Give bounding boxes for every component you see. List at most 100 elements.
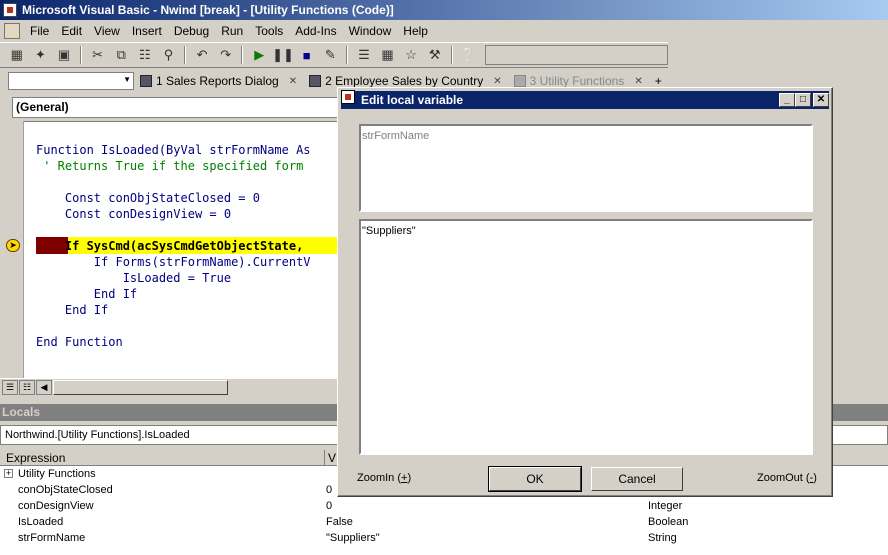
reset-icon[interactable]: ■ [296,44,318,66]
form-icon [140,75,152,87]
code-line: ' Returns True if the specified form [36,159,304,173]
window-title-bar: Microsoft Visual Basic - Nwind [break] -… [0,0,888,20]
menu-window[interactable]: Window [343,24,398,38]
menu-view[interactable]: View [88,24,126,38]
menu-file[interactable]: File [24,24,55,38]
toolbar-separator [241,46,244,64]
menu-bar: File Edit View Insert Debug Run Tools Ad… [0,21,888,41]
row-type: Integer [648,500,683,512]
scroll-left-button[interactable]: ◀ [36,380,52,395]
locals-row[interactable]: IsLoaded False Boolean [0,514,888,530]
row-value: "Suppliers" [326,532,380,544]
toolbar-search-combo[interactable] [485,45,668,65]
standard-toolbar: ▦ ✦ ▣ ✂ ⧉ ☷ ⚲ ↶ ↷ ▶ ❚❚ ■ ✎ ☰ ▦ ☆ ⚒ ❔ [0,42,668,68]
menu-edit[interactable]: Edit [55,24,88,38]
row-expression: conObjStateClosed [18,484,113,496]
column-divider[interactable] [324,450,325,466]
ok-button[interactable]: OK [488,466,582,492]
close-icon[interactable]: ✕ [634,76,642,87]
help-icon[interactable]: ❔ [458,44,480,66]
code-line: End If [36,303,109,317]
row-expression: strFormName [18,532,86,544]
toolbar-separator [346,46,349,64]
toolbox-icon[interactable]: ⚒ [424,44,446,66]
code-line: IsLoaded = True [36,271,232,285]
menu-debug[interactable]: Debug [168,24,215,38]
copy-icon[interactable]: ⧉ [110,44,132,66]
code-line: Const conDesignView = 0 [36,207,232,221]
row-expression: conDesignView [18,500,94,512]
zoom-out-button[interactable]: ZoomOut (-) [757,472,817,484]
paste-icon[interactable]: ☷ [134,44,156,66]
column-expression[interactable]: Expression [6,451,65,465]
row-expression: Utility Functions [18,468,96,480]
edit-variable-dialog: Edit local variable _ □ ✕ strFormName "S… [337,87,833,497]
close-button[interactable]: ✕ [813,93,829,107]
procedure-view-button[interactable]: ☰ [2,380,18,395]
zoom-out-key: - [809,472,814,484]
view-access-icon[interactable]: ▦ [6,44,28,66]
project-explorer-icon[interactable]: ☰ [353,44,375,66]
chevron-down-icon: ▼ [123,75,131,84]
row-type: String [648,532,677,544]
tab-sales-reports-dialog[interactable]: 1 Sales Reports Dialog ✕ [134,70,303,92]
cancel-button[interactable]: Cancel [591,467,683,491]
variable-name-field[interactable]: strFormName [359,124,813,212]
column-value[interactable]: V [328,451,336,465]
zoom-in-key: + [401,472,408,484]
code-line: End Function [36,335,123,349]
full-module-view-button[interactable]: ☷ [19,380,35,395]
app-icon[interactable] [3,3,17,17]
report-icon [309,75,322,87]
close-icon[interactable]: ✕ [289,76,297,87]
maximize-button[interactable]: □ [795,93,811,107]
design-mode-icon[interactable]: ✎ [320,44,342,66]
dialog-app-icon[interactable] [341,90,355,104]
menu-help[interactable]: Help [397,24,434,38]
locals-row[interactable]: strFormName "Suppliers" String [0,530,888,546]
code-line: Const conObjStateClosed = 0 [36,191,260,205]
code-line: Function IsLoaded(ByVal strFormName As [36,143,311,157]
save-icon[interactable]: ▣ [53,44,75,66]
toolbar-separator [184,46,187,64]
menu-run[interactable]: Run [215,24,249,38]
close-icon[interactable]: ✕ [493,76,501,87]
insert-object-icon[interactable]: ✦ [30,44,52,66]
code-line-current: If SysCmd(acSysCmdGetObjectState, [36,239,304,253]
row-type: Boolean [648,516,689,528]
menu-tools[interactable]: Tools [249,24,289,38]
find-icon[interactable]: ⚲ [158,44,180,66]
redo-icon[interactable]: ↷ [215,44,237,66]
execution-arrow-icon: ➤ [6,239,20,252]
minimize-button[interactable]: _ [779,93,795,107]
locals-row[interactable]: conDesignView 0 Integer [0,498,888,514]
scroll-thumb[interactable] [53,380,228,395]
cut-icon[interactable]: ✂ [87,44,109,66]
dialog-title-bar[interactable]: Edit local variable [341,91,829,109]
project-combo[interactable]: ▼ [8,72,134,90]
horizontal-scrollbar[interactable]: ☰ ☷ ◀ [0,378,340,395]
menu-add-ins[interactable]: Add-Ins [289,24,342,38]
tab-label: 1 Sales Reports Dialog [156,74,279,88]
menu-insert[interactable]: Insert [126,24,168,38]
zoom-in-button[interactable]: ZoomIn (+) [357,472,411,484]
expand-icon[interactable]: + [4,469,13,478]
properties-window-icon[interactable]: ▦ [377,44,399,66]
object-browser-icon[interactable]: ☆ [400,44,422,66]
toolbar-separator [79,46,82,64]
toolbar-separator [450,46,453,64]
run-icon[interactable]: ▶ [248,44,270,66]
module-icon[interactable] [4,23,20,39]
undo-icon[interactable]: ↶ [191,44,213,66]
variable-value-field[interactable]: "Suppliers" [359,219,813,455]
code-line: If Forms(strFormName).CurrentV [36,255,311,269]
row-value: 0 [326,500,333,512]
zoom-out-label: ZoomOut [757,472,803,484]
break-icon[interactable]: ❚❚ [272,44,294,66]
row-value: 0 [326,484,333,496]
window-title: Microsoft Visual Basic - Nwind [break] -… [22,3,394,17]
code-line: End If [36,287,138,301]
tab-label: 2 Employee Sales by Country [325,74,484,88]
row-expression: IsLoaded [18,516,64,528]
object-combo[interactable]: (General) [12,97,342,118]
